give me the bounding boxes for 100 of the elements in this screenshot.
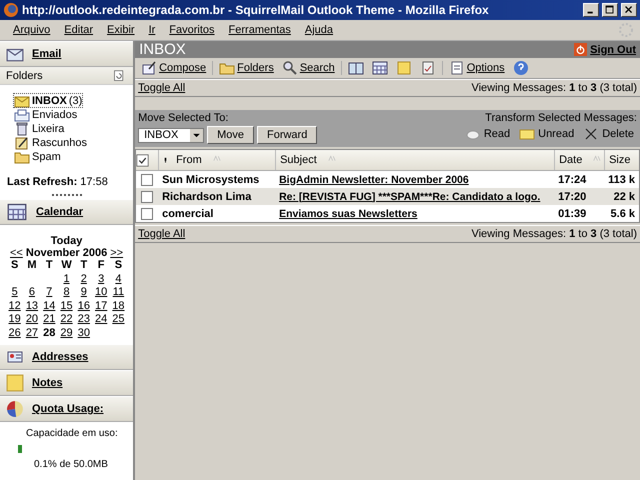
- mark-read-button[interactable]: Read: [462, 126, 514, 142]
- close-button[interactable]: [621, 3, 637, 17]
- calendar-day[interactable]: 13: [26, 300, 38, 312]
- calendar-day[interactable]: 18: [112, 300, 125, 312]
- calendar-day[interactable]: 19: [8, 313, 21, 325]
- page-icon: [448, 60, 465, 76]
- calendar-day[interactable]: 23: [78, 313, 90, 325]
- move-button[interactable]: Move: [207, 126, 254, 144]
- toggle-all-link[interactable]: Toggle All: [138, 82, 186, 94]
- column-header[interactable]: From: [158, 150, 276, 170]
- menu-item[interactable]: Ferramentas: [222, 24, 298, 36]
- window-title: http://outlook.redeintegrada.com.br - SquirrelMail Outlook Theme - Mozilla Firefox: [22, 3, 490, 17]
- menu-item[interactable]: Exibir: [100, 24, 142, 36]
- calendar-day[interactable]: 8: [63, 286, 70, 298]
- calendar-day[interactable]: 28: [43, 326, 56, 338]
- folder-name[interactable]: Spam: [32, 150, 61, 162]
- subject-link[interactable]: BigAdmin Newsletter: November 2006: [275, 174, 473, 186]
- calendar-day[interactable]: 22: [60, 313, 73, 325]
- calendar-day[interactable]: 14: [43, 300, 56, 312]
- row-checkbox[interactable]: [141, 190, 154, 202]
- address-card-icon: [6, 349, 24, 365]
- calendar-day[interactable]: 15: [60, 300, 73, 312]
- minimize-button[interactable]: [583, 3, 599, 17]
- addressbook-toolbar-button[interactable]: [346, 60, 366, 76]
- folders-toolbar-button[interactable]: Folders: [217, 60, 276, 76]
- row-checkbox[interactable]: [141, 208, 154, 220]
- mailbox-title: INBOX: [139, 41, 186, 58]
- options-toolbar-button[interactable]: Options: [446, 60, 507, 76]
- move-label: Move Selected To:: [138, 112, 230, 124]
- folder-name[interactable]: Lixeira: [32, 122, 64, 134]
- folder-item[interactable]: Enviados: [14, 108, 78, 121]
- last-refresh-time: 17:58: [80, 176, 108, 188]
- search-toolbar-button[interactable]: Search: [280, 60, 337, 76]
- maximize-button[interactable]: [602, 3, 618, 17]
- calendar-day[interactable]: 3: [98, 272, 104, 284]
- notes-link[interactable]: Notes: [32, 377, 63, 389]
- weekday-label: F: [98, 259, 104, 271]
- calendar-day[interactable]: 11: [112, 286, 124, 298]
- folder-name[interactable]: Rascunhos: [32, 136, 88, 148]
- toggle-all-link[interactable]: Toggle All: [138, 228, 186, 240]
- subject-link[interactable]: Re: [REVISTA FUG] ***SPAM***Re: Candidato a logo.: [275, 190, 544, 202]
- calendar-day[interactable]: 16: [78, 300, 90, 312]
- folder-item[interactable]: Spam: [14, 150, 61, 163]
- column-header[interactable]: Date: [554, 150, 604, 170]
- folder-item[interactable]: Lixeira: [14, 122, 64, 135]
- calendar-day[interactable]: 6: [28, 286, 35, 298]
- menu-item[interactable]: Ir: [142, 24, 162, 36]
- sender-cell-text: comercial: [161, 208, 214, 220]
- folder-dropdown[interactable]: INBOX: [138, 128, 204, 142]
- sign-out-link[interactable]: Sign Out: [574, 43, 636, 56]
- calendar-link[interactable]: Calendar: [36, 206, 84, 218]
- sender-cell-text: Richardson Lima: [161, 190, 252, 202]
- email-link[interactable]: Email: [32, 48, 62, 60]
- calendar-day[interactable]: 24: [95, 313, 108, 325]
- calendar-day[interactable]: 2: [80, 272, 87, 284]
- calendar-day[interactable]: 10: [95, 286, 108, 298]
- calendar-day[interactable]: 4: [115, 272, 122, 284]
- quota-link[interactable]: Quota Usage:: [32, 403, 104, 415]
- column-header[interactable]: Size: [604, 150, 639, 170]
- addresses-link[interactable]: Addresses: [32, 351, 88, 363]
- subject-link[interactable]: Enviamos suas Newsletters: [275, 208, 422, 220]
- folder-item[interactable]: INBOX (3): [14, 94, 82, 107]
- today-label: Today: [50, 235, 82, 247]
- previous-month-link[interactable]: <<: [10, 247, 23, 259]
- calendar-day[interactable]: 21: [43, 313, 56, 325]
- menu-item[interactable]: Favoritos: [162, 24, 222, 36]
- calendar-day[interactable]: 12: [8, 300, 21, 312]
- row-checkbox[interactable]: [141, 174, 154, 186]
- weekday-label: S: [10, 259, 18, 271]
- folder-item[interactable]: Rascunhos: [14, 136, 88, 149]
- calendar-day[interactable]: 9: [80, 286, 87, 298]
- calendar-day[interactable]: 5: [12, 286, 18, 298]
- calendar-toolbar-button[interactable]: [370, 60, 390, 76]
- menu-item[interactable]: Editar: [57, 24, 100, 36]
- menu-item[interactable]: Ajuda: [298, 24, 340, 36]
- calendar-day[interactable]: 25: [112, 313, 125, 325]
- mark-unread-button[interactable]: Unread: [516, 126, 578, 142]
- weekday-label: S: [114, 259, 122, 271]
- folder-name[interactable]: INBOX: [32, 94, 67, 106]
- forward-button[interactable]: Forward: [256, 126, 318, 144]
- calendar-day[interactable]: 26: [8, 326, 21, 338]
- folder-name[interactable]: Enviados: [32, 108, 78, 120]
- search-icon: [282, 60, 298, 76]
- month-title: November 2006: [26, 247, 108, 259]
- next-month-link[interactable]: >>: [110, 247, 124, 259]
- calendar-day[interactable]: 20: [26, 313, 38, 325]
- calendar-day[interactable]: 17: [95, 300, 108, 312]
- calendar-day[interactable]: 1: [63, 272, 70, 284]
- calendar-icon: [372, 60, 388, 76]
- note-icon: [396, 60, 412, 76]
- tray-icon: [14, 106, 30, 122]
- refresh-icon: [113, 70, 126, 82]
- compose-toolbar-button[interactable]: Compose: [139, 60, 208, 76]
- calendar-day[interactable]: 27: [26, 326, 38, 338]
- mark-delete-button[interactable]: Delete: [580, 126, 637, 142]
- calendar-day[interactable]: 29: [60, 326, 73, 338]
- calendar-day[interactable]: 7: [46, 286, 52, 298]
- menu-item[interactable]: Arquivo: [6, 24, 58, 36]
- calendar-day[interactable]: 30: [78, 326, 90, 338]
- column-header[interactable]: Subject: [275, 150, 554, 170]
